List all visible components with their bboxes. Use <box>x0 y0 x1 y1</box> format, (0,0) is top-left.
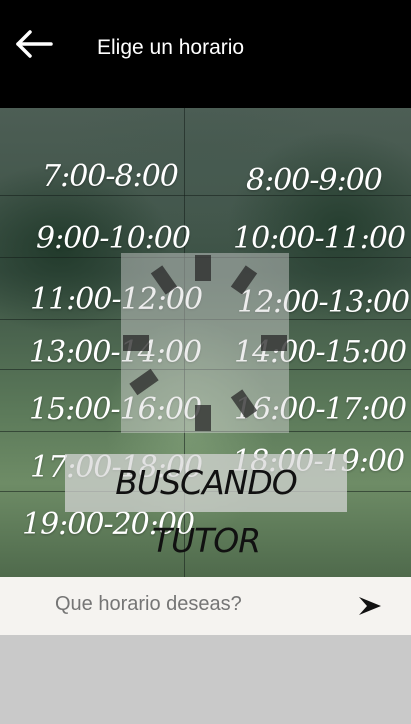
slot-10-11[interactable]: 10:00-11:00 <box>233 221 406 256</box>
slot-8-9[interactable]: 8:00-9:00 <box>246 163 383 198</box>
spinner-icon <box>121 253 289 433</box>
spinner-spoke <box>150 265 178 295</box>
back-arrow-icon[interactable] <box>14 28 54 60</box>
spinner-spoke <box>195 255 211 281</box>
spinner-spoke <box>230 389 258 419</box>
slot-9-10[interactable]: 9:00-10:00 <box>36 221 191 256</box>
spinner-spoke <box>123 335 149 351</box>
spinner-spoke <box>261 335 287 351</box>
spinner-spoke <box>195 405 211 431</box>
slot-7-8[interactable]: 7:00-8:00 <box>42 159 179 194</box>
app-header: Elige un horario <box>0 0 411 108</box>
bottom-area <box>0 635 411 724</box>
spinner-spoke <box>129 368 159 396</box>
loading-banner: BUSCANDO TUTOR <box>65 454 347 560</box>
send-arrow-icon[interactable] <box>356 593 384 619</box>
spinner-spoke <box>230 265 258 295</box>
loading-label: BUSCANDO TUTOR <box>115 463 297 560</box>
page-title: Elige un horario <box>97 36 245 59</box>
schedule-input[interactable] <box>53 592 337 617</box>
input-bar <box>0 577 411 635</box>
